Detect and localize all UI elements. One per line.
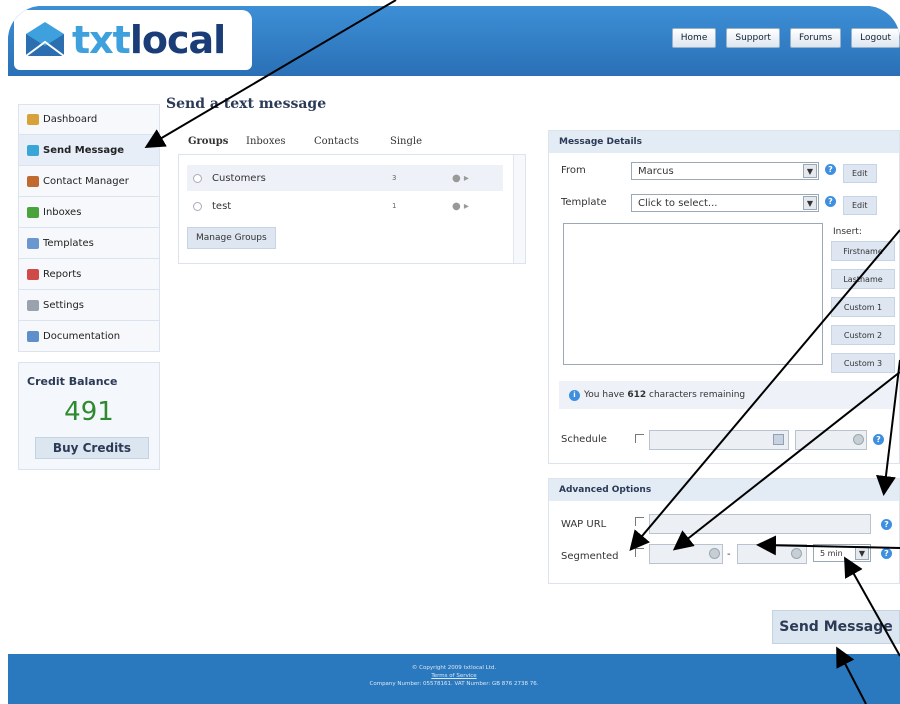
- envelope-icon: [22, 20, 68, 60]
- logout-button[interactable]: Logout: [851, 28, 900, 48]
- footer: © Copyright 2009 txtlocal Ltd. Terms of …: [8, 664, 900, 688]
- group-name: Customers: [212, 172, 266, 184]
- chevron-down-icon: ▼: [855, 546, 869, 560]
- group-name: test: [212, 200, 232, 212]
- help-icon[interactable]: ?: [873, 434, 884, 445]
- contacts-icon: [27, 175, 39, 187]
- chevron-down-icon: ▼: [803, 196, 817, 210]
- sidebar-item-send-message[interactable]: Send Message: [18, 135, 160, 166]
- group-actions-icon[interactable]: ● ▸: [452, 201, 469, 212]
- page-title: Send a text message: [166, 96, 327, 112]
- schedule-checkbox[interactable]: [635, 434, 644, 443]
- logo[interactable]: txtlocal: [14, 10, 252, 70]
- wap-url-label: WAP URL: [561, 519, 607, 530]
- house-icon: [27, 114, 39, 125]
- group-count: 3: [392, 174, 397, 182]
- segmented-label: Segmented: [561, 551, 619, 562]
- insert-custom1-button[interactable]: Custom 1: [831, 297, 895, 317]
- wrench-icon: [27, 299, 39, 311]
- tab-single[interactable]: Single: [390, 136, 422, 147]
- message-details-panel: Message Details From Marcus ▼ ? Edit Temp…: [548, 130, 900, 464]
- clock-icon[interactable]: [791, 548, 802, 559]
- report-icon: [27, 268, 39, 280]
- advanced-options-panel: Advanced Options WAP URL ? Segmented - 5…: [548, 478, 900, 584]
- sidebar-item-reports[interactable]: Reports: [18, 259, 160, 290]
- footer-copyright: © Copyright 2009 txtlocal Ltd.: [411, 665, 497, 671]
- sidebar-item-inboxes[interactable]: Inboxes: [18, 197, 160, 228]
- characters-remaining: i You have 612 characters remaining: [559, 381, 895, 409]
- sidebar-item-documentation[interactable]: Documentation: [18, 321, 160, 352]
- clock-icon[interactable]: [709, 548, 720, 559]
- insert-custom3-button[interactable]: Custom 3: [831, 353, 895, 373]
- group-row[interactable]: Customers 3 ● ▸: [187, 165, 503, 191]
- manage-groups-button[interactable]: Manage Groups: [187, 227, 276, 249]
- help-icon[interactable]: ?: [881, 519, 892, 530]
- segment-dash: -: [727, 549, 731, 560]
- footer-company: Company Number: 05578161. VAT Number: GB…: [369, 681, 539, 687]
- insert-lastname-button[interactable]: Lastname: [831, 269, 895, 289]
- content-area: Dashboard Send Message Contact Manager I…: [8, 76, 900, 654]
- calendar-icon[interactable]: [773, 434, 784, 445]
- top-nav: Home Support Forums Logout: [671, 28, 900, 48]
- help-icon[interactable]: ?: [881, 548, 892, 559]
- help-icon[interactable]: ?: [825, 164, 836, 175]
- send-message-button[interactable]: Send Message: [772, 610, 900, 644]
- from-edit-button[interactable]: Edit: [843, 164, 877, 183]
- brand-name: txtlocal: [72, 18, 226, 62]
- group-row[interactable]: test 1 ● ▸: [187, 193, 503, 219]
- sidebar-item-dashboard[interactable]: Dashboard: [18, 104, 160, 135]
- group-radio[interactable]: [193, 201, 202, 211]
- clock-icon[interactable]: [853, 434, 864, 445]
- tab-groups[interactable]: Groups: [188, 136, 228, 147]
- terms-link[interactable]: Terms of Service: [8, 672, 900, 680]
- template-icon: [27, 237, 39, 249]
- insert-label: Insert:: [833, 227, 862, 237]
- insert-firstname-button[interactable]: Firstname: [831, 241, 895, 261]
- inbox-icon: [27, 206, 39, 218]
- schedule-label: Schedule: [561, 434, 607, 445]
- sidebar-item-templates[interactable]: Templates: [18, 228, 160, 259]
- schedule-date-field[interactable]: [649, 430, 789, 450]
- tab-contacts[interactable]: Contacts: [314, 136, 359, 147]
- wap-url-checkbox[interactable]: [635, 517, 644, 526]
- advanced-options-heading: Advanced Options: [549, 479, 899, 501]
- template-select[interactable]: Click to select... ▼: [631, 194, 819, 212]
- forums-button[interactable]: Forums: [789, 28, 842, 48]
- sidebar-item-contact-manager[interactable]: Contact Manager: [18, 166, 160, 197]
- from-label: From: [561, 165, 586, 176]
- app-frame: txtlocal Home Support Forums Logout Dash…: [8, 6, 900, 704]
- info-icon: i: [569, 389, 580, 401]
- send-message-icon: [27, 144, 39, 156]
- message-textarea[interactable]: [563, 223, 823, 365]
- segmented-checkbox[interactable]: [635, 548, 644, 557]
- wap-url-field[interactable]: [649, 514, 871, 534]
- book-icon: [27, 330, 39, 342]
- home-button[interactable]: Home: [671, 28, 717, 48]
- segment-interval-select[interactable]: 5 min ▼: [813, 544, 871, 562]
- sidebar: Dashboard Send Message Contact Manager I…: [18, 104, 160, 470]
- support-button[interactable]: Support: [726, 28, 780, 48]
- group-actions-icon[interactable]: ● ▸: [452, 173, 469, 184]
- tab-inboxes[interactable]: Inboxes: [246, 136, 286, 147]
- groups-panel: Customers 3 ● ▸ test 1 ● ▸ Manage Groups: [178, 154, 526, 264]
- group-count: 1: [392, 202, 397, 210]
- help-icon[interactable]: ?: [825, 196, 836, 207]
- credit-balance-value: 491: [64, 397, 114, 427]
- buy-credits-button[interactable]: Buy Credits: [35, 437, 149, 459]
- credit-balance-box: Credit Balance 491 Buy Credits: [18, 362, 160, 470]
- message-details-heading: Message Details: [549, 131, 899, 153]
- from-select[interactable]: Marcus ▼: [631, 162, 819, 180]
- chevron-down-icon: ▼: [803, 164, 817, 178]
- template-edit-button[interactable]: Edit: [843, 196, 877, 215]
- remaining-count: 612: [627, 390, 647, 400]
- template-label: Template: [561, 197, 607, 208]
- credit-balance-title: Credit Balance: [27, 375, 118, 388]
- scrollbar[interactable]: [513, 155, 525, 263]
- sidebar-item-settings[interactable]: Settings: [18, 290, 160, 321]
- header: txtlocal Home Support Forums Logout: [8, 6, 900, 76]
- insert-custom2-button[interactable]: Custom 2: [831, 325, 895, 345]
- group-radio[interactable]: [193, 173, 202, 183]
